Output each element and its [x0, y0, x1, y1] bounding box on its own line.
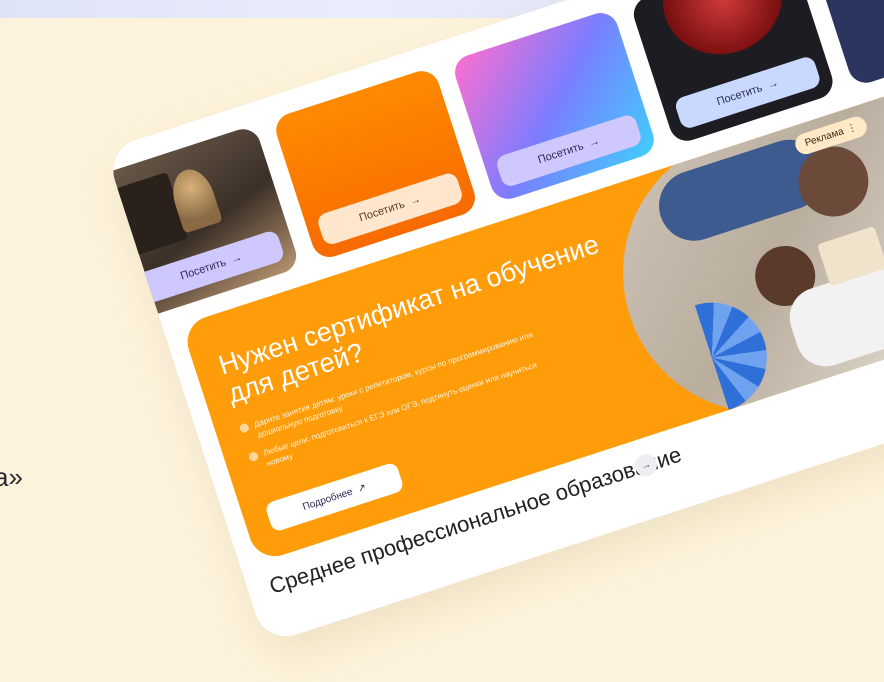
arrow-right-icon: →	[408, 193, 423, 208]
partner-tile-2[interactable]: Посетить →	[271, 66, 480, 262]
arrow-right-icon: →	[765, 76, 781, 92]
flower-image	[648, 0, 797, 70]
photo-detail-pattern	[642, 288, 782, 427]
arrow-right-icon: →	[587, 135, 602, 150]
details-button[interactable]: Подробнее ↗	[264, 461, 405, 533]
visit-button-label: Посетить	[357, 198, 407, 225]
visit-button-3[interactable]: Посетить →	[494, 112, 644, 189]
partner-tile-3[interactable]: Посетить →	[450, 8, 659, 204]
partner-tile-1[interactable]: Посетить →	[105, 124, 301, 320]
check-icon	[247, 450, 260, 463]
page-card: Посетить → Посетить → Посетить → Посетит…	[105, 0, 884, 645]
arrow-right-icon: →	[229, 251, 244, 267]
more-menu-icon: ⋮	[845, 121, 859, 136]
visit-button-4[interactable]: Посетить →	[673, 54, 823, 131]
visit-button-label: Посетить	[715, 82, 764, 109]
scene: Посетить → Посетить → Посетить → Посетит…	[0, 0, 884, 682]
check-icon	[238, 422, 250, 434]
details-button-label: Подробнее	[301, 486, 355, 513]
visit-button-2[interactable]: Посетить →	[315, 170, 465, 247]
visit-button-label: Посетить	[178, 256, 228, 283]
visit-button-label: Посетить	[536, 140, 586, 167]
arrow-up-right-icon: ↗	[356, 481, 368, 495]
